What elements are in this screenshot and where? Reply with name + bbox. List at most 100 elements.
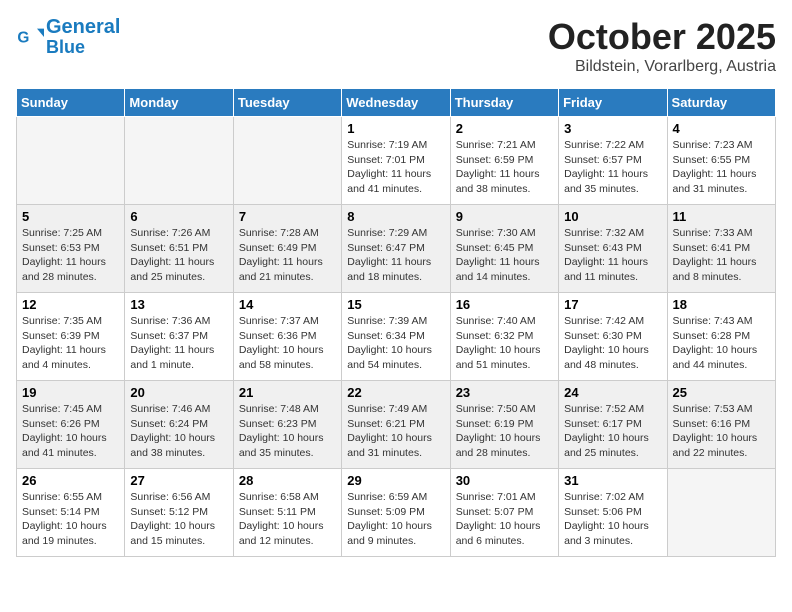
day-number: 25 bbox=[673, 385, 770, 400]
day-number: 30 bbox=[456, 473, 553, 488]
calendar-cell: 7 Sunrise: 7:28 AMSunset: 6:49 PMDaylight… bbox=[233, 205, 341, 293]
day-number: 18 bbox=[673, 297, 770, 312]
day-number: 26 bbox=[22, 473, 119, 488]
day-info: Sunrise: 7:23 AMSunset: 6:55 PMDaylight:… bbox=[673, 138, 770, 197]
day-number: 29 bbox=[347, 473, 444, 488]
calendar-cell bbox=[125, 117, 233, 205]
day-info: Sunrise: 7:35 AMSunset: 6:39 PMDaylight:… bbox=[22, 314, 119, 373]
calendar-cell: 5 Sunrise: 7:25 AMSunset: 6:53 PMDaylight… bbox=[17, 205, 125, 293]
day-info: Sunrise: 7:39 AMSunset: 6:34 PMDaylight:… bbox=[347, 314, 444, 373]
calendar-cell: 24 Sunrise: 7:52 AMSunset: 6:17 PMDayligh… bbox=[559, 381, 667, 469]
calendar-cell: 4 Sunrise: 7:23 AMSunset: 6:55 PMDaylight… bbox=[667, 117, 775, 205]
month-title: October 2025 bbox=[548, 16, 776, 58]
day-info: Sunrise: 7:01 AMSunset: 5:07 PMDaylight:… bbox=[456, 490, 553, 549]
day-info: Sunrise: 7:46 AMSunset: 6:24 PMDaylight:… bbox=[130, 402, 227, 461]
calendar-cell: 30 Sunrise: 7:01 AMSunset: 5:07 PMDayligh… bbox=[450, 469, 558, 557]
calendar-cell: 11 Sunrise: 7:33 AMSunset: 6:41 PMDayligh… bbox=[667, 205, 775, 293]
weekday-header-tuesday: Tuesday bbox=[233, 89, 341, 117]
day-info: Sunrise: 7:21 AMSunset: 6:59 PMDaylight:… bbox=[456, 138, 553, 197]
calendar-cell: 10 Sunrise: 7:32 AMSunset: 6:43 PMDayligh… bbox=[559, 205, 667, 293]
day-info: Sunrise: 7:43 AMSunset: 6:28 PMDaylight:… bbox=[673, 314, 770, 373]
day-number: 28 bbox=[239, 473, 336, 488]
calendar-cell: 26Sunrise: 6:55 AMSunset: 5:14 PMDayligh… bbox=[17, 469, 125, 557]
day-number: 17 bbox=[564, 297, 661, 312]
day-number: 3 bbox=[564, 121, 661, 136]
day-number: 11 bbox=[673, 209, 770, 224]
day-info: Sunrise: 7:53 AMSunset: 6:16 PMDaylight:… bbox=[673, 402, 770, 461]
day-number: 23 bbox=[456, 385, 553, 400]
day-info: Sunrise: 7:40 AMSunset: 6:32 PMDaylight:… bbox=[456, 314, 553, 373]
calendar-cell: 19 Sunrise: 7:45 AMSunset: 6:26 PMDayligh… bbox=[17, 381, 125, 469]
day-info: Sunrise: 7:19 AMSunset: 7:01 PMDaylight:… bbox=[347, 138, 444, 197]
day-number: 2 bbox=[456, 121, 553, 136]
day-number: 21 bbox=[239, 385, 336, 400]
day-info: Sunrise: 7:48 AMSunset: 6:23 PMDaylight:… bbox=[239, 402, 336, 461]
day-number: 9 bbox=[456, 209, 553, 224]
day-info: Sunrise: 7:30 AMSunset: 6:45 PMDaylight:… bbox=[456, 226, 553, 285]
day-info: Sunrise: 7:52 AMSunset: 6:17 PMDaylight:… bbox=[564, 402, 661, 461]
calendar-table: SundayMondayTuesdayWednesdayThursdayFrid… bbox=[16, 88, 776, 557]
day-info: Sunrise: 7:25 AMSunset: 6:53 PMDaylight:… bbox=[22, 226, 119, 285]
day-number: 10 bbox=[564, 209, 661, 224]
weekday-header-saturday: Saturday bbox=[667, 89, 775, 117]
day-info: Sunrise: 7:37 AMSunset: 6:36 PMDaylight:… bbox=[239, 314, 336, 373]
calendar-cell: 21 Sunrise: 7:48 AMSunset: 6:23 PMDayligh… bbox=[233, 381, 341, 469]
day-info: Sunrise: 7:32 AMSunset: 6:43 PMDaylight:… bbox=[564, 226, 661, 285]
weekday-header-sunday: Sunday bbox=[17, 89, 125, 117]
page-header: G General Blue October 2025 Bildstein, V… bbox=[16, 16, 776, 76]
calendar-cell: 23 Sunrise: 7:50 AMSunset: 6:19 PMDayligh… bbox=[450, 381, 558, 469]
logo-general: General bbox=[46, 16, 120, 38]
day-number: 5 bbox=[22, 209, 119, 224]
logo-icon: G bbox=[16, 23, 44, 51]
weekday-header-monday: Monday bbox=[125, 89, 233, 117]
calendar-cell: 31Sunrise: 7:02 AMSunset: 5:06 PMDayligh… bbox=[559, 469, 667, 557]
day-info: Sunrise: 7:45 AMSunset: 6:26 PMDaylight:… bbox=[22, 402, 119, 461]
day-info: Sunrise: 7:49 AMSunset: 6:21 PMDaylight:… bbox=[347, 402, 444, 461]
calendar-cell bbox=[17, 117, 125, 205]
weekday-header-wednesday: Wednesday bbox=[342, 89, 450, 117]
calendar-cell: 28 Sunrise: 6:58 AMSunset: 5:11 PMDayligh… bbox=[233, 469, 341, 557]
day-info: Sunrise: 7:50 AMSunset: 6:19 PMDaylight:… bbox=[456, 402, 553, 461]
calendar-cell: 17 Sunrise: 7:42 AMSunset: 6:30 PMDayligh… bbox=[559, 293, 667, 381]
day-number: 20 bbox=[130, 385, 227, 400]
location: Bildstein, Vorarlberg, Austria bbox=[548, 58, 776, 76]
calendar-cell: 29Sunrise: 6:59 AMSunset: 5:09 PMDayligh… bbox=[342, 469, 450, 557]
day-info: Sunrise: 7:26 AMSunset: 6:51 PMDaylight:… bbox=[130, 226, 227, 285]
calendar-header: SundayMondayTuesdayWednesdayThursdayFrid… bbox=[17, 89, 776, 117]
day-info: Sunrise: 7:36 AMSunset: 6:37 PMDaylight:… bbox=[130, 314, 227, 373]
calendar-cell: 27Sunrise: 6:56 AMSunset: 5:12 PMDayligh… bbox=[125, 469, 233, 557]
calendar-cell: 14 Sunrise: 7:37 AMSunset: 6:36 PMDayligh… bbox=[233, 293, 341, 381]
day-number: 27 bbox=[130, 473, 227, 488]
calendar-cell: 2 Sunrise: 7:21 AMSunset: 6:59 PMDaylight… bbox=[450, 117, 558, 205]
day-number: 22 bbox=[347, 385, 444, 400]
day-number: 15 bbox=[347, 297, 444, 312]
logo: G General Blue bbox=[16, 16, 120, 58]
calendar-cell bbox=[233, 117, 341, 205]
day-info: Sunrise: 7:33 AMSunset: 6:41 PMDaylight:… bbox=[673, 226, 770, 285]
calendar-cell: 25 Sunrise: 7:53 AMSunset: 6:16 PMDayligh… bbox=[667, 381, 775, 469]
calendar-cell: 3Sunrise: 7:22 AMSunset: 6:57 PMDaylight… bbox=[559, 117, 667, 205]
day-number: 13 bbox=[130, 297, 227, 312]
calendar-cell: 16 Sunrise: 7:40 AMSunset: 6:32 PMDayligh… bbox=[450, 293, 558, 381]
calendar-cell: 9 Sunrise: 7:30 AMSunset: 6:45 PMDaylight… bbox=[450, 205, 558, 293]
day-number: 14 bbox=[239, 297, 336, 312]
day-info: Sunrise: 7:28 AMSunset: 6:49 PMDaylight:… bbox=[239, 226, 336, 285]
day-number: 24 bbox=[564, 385, 661, 400]
calendar-cell: 6Sunrise: 7:26 AMSunset: 6:51 PMDaylight… bbox=[125, 205, 233, 293]
day-number: 1 bbox=[347, 121, 444, 136]
day-info: Sunrise: 7:02 AMSunset: 5:06 PMDaylight:… bbox=[564, 490, 661, 549]
weekday-header-friday: Friday bbox=[559, 89, 667, 117]
day-number: 19 bbox=[22, 385, 119, 400]
calendar-cell: 1 Sunrise: 7:19 AMSunset: 7:01 PMDaylight… bbox=[342, 117, 450, 205]
calendar-cell: 12Sunrise: 7:35 AMSunset: 6:39 PMDayligh… bbox=[17, 293, 125, 381]
day-number: 7 bbox=[239, 209, 336, 224]
calendar-cell bbox=[667, 469, 775, 557]
day-number: 16 bbox=[456, 297, 553, 312]
calendar-cell: 18 Sunrise: 7:43 AMSunset: 6:28 PMDayligh… bbox=[667, 293, 775, 381]
weekday-header-thursday: Thursday bbox=[450, 89, 558, 117]
day-info: Sunrise: 7:42 AMSunset: 6:30 PMDaylight:… bbox=[564, 314, 661, 373]
calendar-cell: 22 Sunrise: 7:49 AMSunset: 6:21 PMDayligh… bbox=[342, 381, 450, 469]
day-number: 4 bbox=[673, 121, 770, 136]
day-info: Sunrise: 6:58 AMSunset: 5:11 PMDaylight:… bbox=[239, 490, 336, 549]
logo-blue: Blue bbox=[46, 38, 120, 58]
